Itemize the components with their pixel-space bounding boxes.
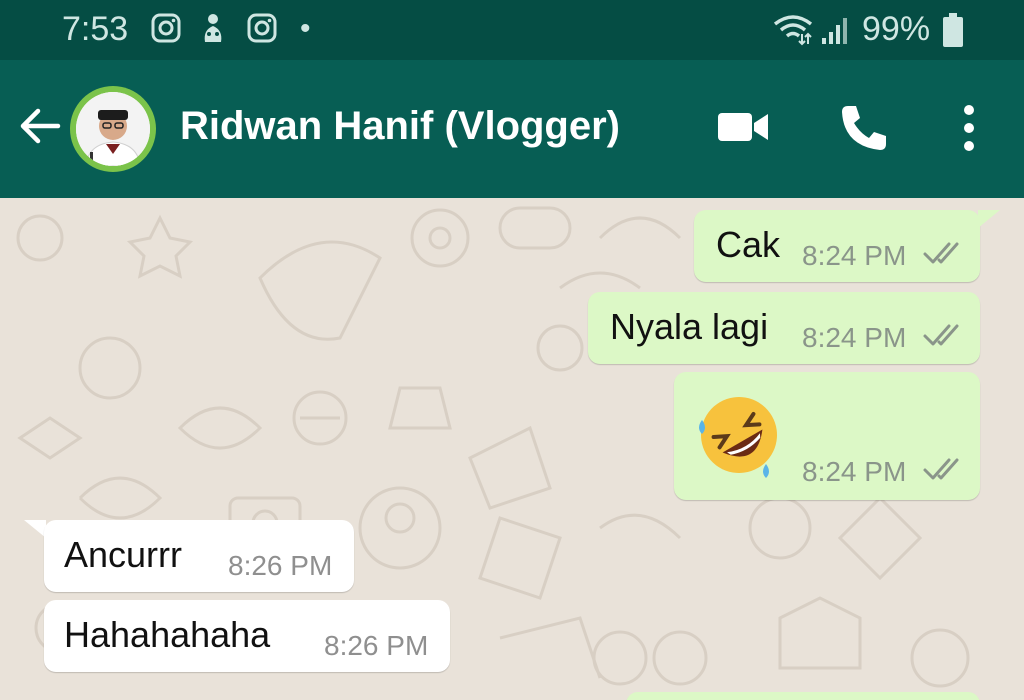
message-bubble-outgoing[interactable]: Nyala lagi 8:24 PM <box>588 292 980 364</box>
instagram-icon <box>151 13 181 43</box>
notification-icon <box>204 14 222 42</box>
message-text: Hahahahaha <box>64 614 271 655</box>
avatar[interactable] <box>70 86 156 172</box>
read-ticks-icon <box>923 324 959 346</box>
instagram-icon <box>247 13 277 43</box>
more-vert-icon[interactable] <box>958 102 980 154</box>
message-time: 8:24 PM <box>802 240 907 271</box>
rolling-laughing-emoji <box>699 397 777 478</box>
battery-icon <box>943 13 963 47</box>
contact-name[interactable]: Ridwan Hanif (Vlogger) <box>180 104 620 149</box>
signal-icon <box>822 18 847 44</box>
message-text: Ancurrr <box>64 534 183 575</box>
battery-percent: 99% <box>862 10 931 48</box>
message-time: 8:26 PM <box>324 630 429 661</box>
bubble-tail <box>24 520 46 538</box>
clock: 7:53 <box>62 10 129 48</box>
phone-icon[interactable] <box>838 102 890 154</box>
message-bubble-outgoing-partial[interactable] <box>626 692 980 700</box>
message-bubble-incoming[interactable]: Ancurrr 8:26 PM <box>44 520 354 592</box>
read-ticks-icon <box>923 458 959 480</box>
message-bubble-incoming[interactable]: Hahahahaha 8:26 PM <box>44 600 450 672</box>
wifi-icon <box>773 15 813 46</box>
video-call-icon[interactable] <box>716 102 772 152</box>
read-ticks-icon <box>923 242 959 264</box>
message-time: 8:26 PM <box>228 550 333 581</box>
back-arrow-icon[interactable] <box>18 104 62 148</box>
message-text: Nyala lagi <box>610 306 769 347</box>
chat-area[interactable]: Cak 8:24 PM Nyala lagi 8:24 PM 8:24 PM A… <box>0 198 1024 700</box>
message-time: 8:24 PM <box>802 456 907 487</box>
message-bubble-outgoing[interactable]: Cak 8:24 PM <box>694 210 980 282</box>
bubble-tail <box>978 210 1000 228</box>
message-time: 8:24 PM <box>802 322 907 353</box>
more-notifications-dot: • <box>300 12 311 45</box>
status-bar: 7:53 • 99% <box>0 0 1024 60</box>
avatar-photo <box>76 92 150 166</box>
message-bubble-outgoing[interactable]: 8:24 PM <box>674 372 980 500</box>
chat-header: Ridwan Hanif (Vlogger) <box>0 60 1024 198</box>
message-text: Cak <box>716 224 781 265</box>
